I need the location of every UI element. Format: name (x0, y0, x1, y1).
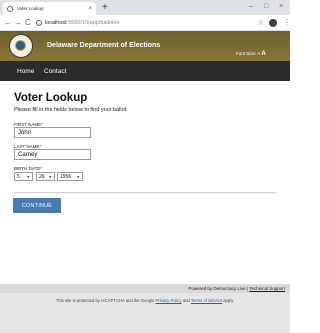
browser-tabstrip: Voter Lookup × + – □ × (0, 0, 290, 15)
continue-button[interactable]: CONTINUE (13, 198, 61, 213)
footer-bar: Powered by Democracy Live | Technical Su… (0, 284, 290, 293)
recaptcha-text: This site is protected by reCAPTCHA and … (0, 298, 290, 303)
browser-toolbar: ← → C i localhost:5500/10/app/ballot/er … (0, 15, 291, 31)
recaptcha-notice: This site is protected by reCAPTCHA and … (0, 293, 290, 333)
chevron-down-icon: ▼ (26, 174, 30, 179)
birth-month-value: 5 (17, 173, 20, 180)
form-divider (14, 192, 276, 193)
font-size-large-button[interactable]: A (261, 51, 265, 57)
birth-day-select[interactable]: 26 ▼ (36, 172, 55, 181)
birth-date-label: BIRTH DATE* (14, 166, 43, 171)
address-host: localhost (45, 20, 67, 26)
forward-arrow-icon[interactable]: → (14, 18, 22, 28)
nav-home-link[interactable]: Home (17, 68, 34, 75)
browser-tab[interactable]: Voter Lookup × (3, 2, 96, 15)
site-header: Delaware Department of Elections Font Si… (0, 31, 290, 61)
close-tab-icon[interactable]: × (88, 6, 92, 12)
state-seal-logo[interactable] (9, 34, 33, 58)
profile-avatar-icon[interactable] (269, 19, 277, 27)
close-window-button[interactable]: × (279, 2, 283, 12)
font-size-label: Font Size: (236, 51, 257, 56)
browser-menu-icon[interactable]: ⋮ (283, 18, 291, 28)
nav-contact-link[interactable]: Contact (44, 68, 66, 75)
site-nav: Home Contact (0, 61, 290, 81)
reload-icon[interactable]: C (25, 18, 31, 28)
birth-year-select[interactable]: 1956 ▼ (57, 172, 83, 181)
chevron-down-icon: ▼ (76, 174, 80, 179)
recaptcha-suffix: apply. (222, 298, 235, 303)
recaptcha-prefix: This site is protected by reCAPTCHA and … (55, 298, 156, 303)
technical-support-link[interactable]: Technical Support (249, 286, 285, 291)
back-arrow-icon[interactable]: ← (4, 18, 12, 28)
bookmark-star-icon[interactable]: ☆ (257, 18, 264, 28)
first-name-field[interactable]: John (14, 127, 91, 138)
birth-year-value: 1956 (60, 173, 72, 180)
chevron-down-icon: ▼ (48, 174, 52, 179)
powered-by-text: Powered by Democracy Live | Technical Su… (188, 286, 285, 291)
intro-text: Please fill in the fields below to find … (14, 107, 128, 113)
birth-month-select[interactable]: 5 ▼ (14, 172, 33, 181)
page-title: Voter Lookup (14, 92, 88, 104)
font-size-control: Font Size: A A (236, 51, 266, 57)
tab-title: Voter Lookup (17, 6, 44, 11)
seal-emblem (15, 40, 26, 51)
site-title[interactable]: Delaware Department of Elections (47, 42, 160, 49)
privacy-policy-link[interactable]: Privacy Policy (156, 298, 182, 303)
last-name-field[interactable]: Carney (14, 149, 91, 160)
address-bar[interactable]: i localhost:5500/10/app/ballot/er (36, 17, 260, 29)
info-icon[interactable]: i (36, 20, 42, 26)
address-path: :5500/10/app/ballot/er (66, 20, 120, 26)
birth-day-value: 26 (39, 173, 45, 180)
minimize-button[interactable]: – (249, 2, 253, 12)
recaptcha-and: and (181, 298, 191, 303)
terms-of-service-link[interactable]: Terms of Service (191, 298, 222, 303)
maximize-button[interactable]: □ (264, 2, 268, 12)
font-size-small-button[interactable]: A (257, 51, 260, 56)
globe-icon (7, 5, 13, 12)
new-tab-button[interactable]: + (102, 2, 108, 14)
powered-by-label: Powered by Democracy Live | (188, 286, 250, 291)
